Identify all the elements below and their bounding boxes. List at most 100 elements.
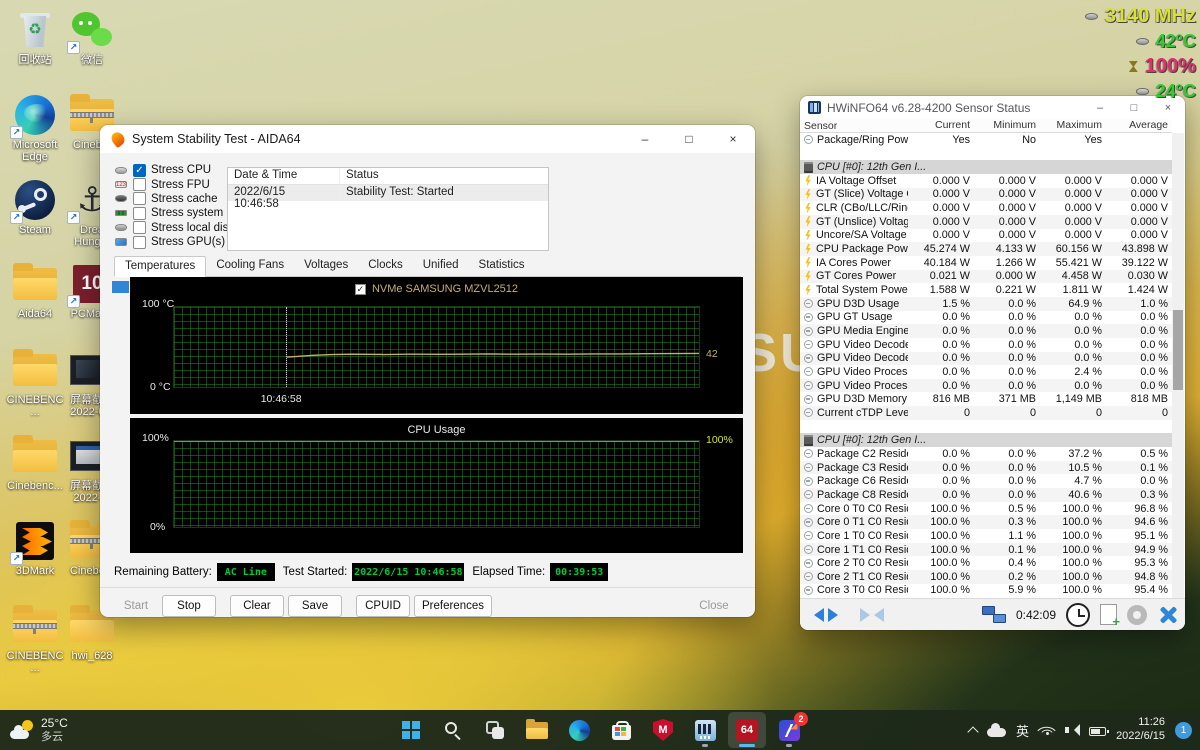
sensor-row[interactable]: IA Voltage Offset0.000 V0.000 V0.000 V0.…: [800, 174, 1172, 188]
tab-clocks[interactable]: Clocks: [358, 256, 413, 276]
sensor-row[interactable]: CPU Package Power45.274 W4.133 W60.156 W…: [800, 242, 1172, 256]
desktop-icon-recycle[interactable]: ♻回收站: [6, 8, 64, 66]
stress-checkbox[interactable]: [133, 192, 146, 205]
save-button[interactable]: Save: [288, 595, 342, 617]
scrollbar[interactable]: [1172, 133, 1184, 598]
column-header[interactable]: Average: [1106, 119, 1172, 132]
sensor-row[interactable]: Core 0 T0 C0 Residen...100.0 %0.5 %100.0…: [800, 502, 1172, 516]
tab-unified[interactable]: Unified: [413, 256, 469, 276]
sensor-row[interactable]: IA Cores Power40.184 W1.266 W55.421 W39.…: [800, 256, 1172, 270]
stress-checkbox[interactable]: [133, 178, 146, 191]
stress-checkbox[interactable]: [133, 236, 146, 249]
onedrive-icon[interactable]: [987, 728, 1006, 737]
desktop-icon-folder[interactable]: CINEBENC...: [6, 348, 64, 419]
sensor-group-header[interactable]: CPU [#0]: 12th Gen I...: [800, 433, 1172, 447]
sensor-row[interactable]: Package C8 Residency0.0 %0.0 %40.6 %0.3 …: [800, 488, 1172, 502]
settings-gear-icon[interactable]: [1127, 605, 1147, 625]
sensor-row[interactable]: GPU D3D Usage1.5 %0.0 %64.9 %1.0 %: [800, 297, 1172, 311]
desktop-icon-3dmark[interactable]: ↗3DMark: [6, 519, 64, 577]
sensor-row[interactable]: GPU D3D Memory Dy...816 MB371 MB1,149 MB…: [800, 392, 1172, 406]
sensor-row[interactable]: GPU Video Decode 0 ...0.0 %0.0 %0.0 %0.0…: [800, 338, 1172, 352]
report-icon[interactable]: [1100, 604, 1117, 625]
taskbar-mcafee-button[interactable]: M: [644, 712, 682, 748]
stress-checkbox[interactable]: [133, 207, 146, 220]
sensor-row[interactable]: Package/Ring Power ...YesNoYes: [800, 133, 1172, 147]
desktop-icon-steam[interactable]: ↗Steam: [6, 178, 64, 236]
log-row[interactable]: 2022/6/15 10:46:58 Stability Test: Start…: [228, 185, 548, 201]
column-header[interactable]: Current: [908, 119, 974, 132]
notification-badge[interactable]: 1: [1175, 722, 1192, 739]
tab-cooling-fans[interactable]: Cooling Fans: [206, 256, 294, 276]
sensor-row[interactable]: GPU Video Decode 1 ...0.0 %0.0 %0.0 %0.0…: [800, 352, 1172, 366]
sensor-row[interactable]: Package C6 Residency0.0 %0.0 %4.7 %0.0 %: [800, 474, 1172, 488]
taskbar-search-button[interactable]: [434, 712, 472, 748]
legend-checkbox[interactable]: ✓: [355, 284, 366, 295]
log-column-datetime[interactable]: Date & Time: [228, 168, 340, 184]
taskbar-task-view-button[interactable]: [476, 712, 514, 748]
sensor-row[interactable]: GPU Media Engine Us...0.0 %0.0 %0.0 %0.0…: [800, 324, 1172, 338]
clock-icon[interactable]: [1066, 603, 1090, 627]
stress-checkbox[interactable]: ✓: [133, 164, 146, 177]
tab-statistics[interactable]: Statistics: [469, 256, 535, 276]
start-button[interactable]: Start: [114, 595, 158, 617]
desktop-icon-wechat[interactable]: ↗微信: [63, 8, 121, 66]
sensor-row[interactable]: Current cTDP Level0000: [800, 406, 1172, 420]
sensor-row[interactable]: Core 2 T0 C0 Residen...100.0 %0.4 %100.0…: [800, 556, 1172, 570]
sensor-row[interactable]: Package C2 Residency0.0 %0.0 %37.2 %0.5 …: [800, 447, 1172, 461]
remote-monitoring-icon[interactable]: [982, 605, 1006, 625]
sensor-row[interactable]: Package C3 Residency0.0 %0.0 %10.5 %0.1 …: [800, 461, 1172, 475]
sensor-row[interactable]: CLR (CBo/LLC/Ring) ...0.000 V0.000 V0.00…: [800, 201, 1172, 215]
sensor-row[interactable]: GT Cores Power0.021 W0.000 W4.458 W0.030…: [800, 270, 1172, 284]
log-column-status[interactable]: Status: [340, 168, 385, 184]
sensor-row[interactable]: Core 1 T0 C0 Residen...100.0 %1.1 %100.0…: [800, 529, 1172, 543]
ime-indicator[interactable]: 英: [1016, 721, 1029, 740]
cpuid-button[interactable]: CPUID: [356, 595, 410, 617]
taskbar-edge-button[interactable]: [560, 712, 598, 748]
tab-voltages[interactable]: Voltages: [294, 256, 358, 276]
sensor-row[interactable]: GPU Video Processin...0.0 %0.0 %2.4 %0.0…: [800, 365, 1172, 379]
column-header[interactable]: Sensor: [800, 119, 908, 132]
stop-button[interactable]: Stop: [162, 595, 216, 617]
taskbar-microsoft-store-button[interactable]: [602, 712, 640, 748]
sensor-row[interactable]: GPU GT Usage0.0 %0.0 %0.0 %0.0 %: [800, 311, 1172, 325]
sensor-row[interactable]: Uncore/SA Voltage O...0.000 V0.000 V0.00…: [800, 229, 1172, 243]
taskbar-hwinfo-button[interactable]: [686, 712, 724, 748]
desktop-icon-folder[interactable]: Cinebenc...: [6, 434, 64, 492]
sensor-group-header[interactable]: CPU [#0]: 12th Gen I...: [800, 160, 1172, 174]
aida64-titlebar[interactable]: System Stability Test - AIDA64 – □ ×: [100, 125, 755, 153]
taskbar-monitor-app-button[interactable]: 2: [770, 712, 808, 748]
taskbar-start-button[interactable]: [392, 712, 430, 748]
battery-icon[interactable]: [1089, 727, 1106, 736]
column-header[interactable]: Minimum: [974, 119, 1040, 132]
preferences-button[interactable]: Preferences: [414, 595, 492, 617]
taskbar-aida64-button[interactable]: 64: [728, 712, 766, 748]
minimize-button[interactable]: –: [623, 125, 667, 153]
navigate-arrows-button[interactable]: [808, 606, 844, 624]
sensor-row[interactable]: Total System Power1.588 W0.221 W1.811 W1…: [800, 283, 1172, 297]
sensor-row[interactable]: GT (Slice) Voltage Of...0.000 V0.000 V0.…: [800, 188, 1172, 202]
desktop-icon-edge[interactable]: ↗Microsoft Edge: [6, 93, 64, 164]
tab-temperatures[interactable]: Temperatures: [114, 256, 206, 277]
sensor-row[interactable]: Core 1 T1 C0 Residen...100.0 %0.1 %100.0…: [800, 543, 1172, 557]
sensor-row[interactable]: Core 0 T1 C0 Residen...100.0 %0.3 %100.0…: [800, 515, 1172, 529]
sensor-row[interactable]: GPU Video Processin...0.0 %0.0 %0.0 %0.0…: [800, 379, 1172, 393]
clock-datetime[interactable]: 11:26 2022/6/15: [1116, 716, 1165, 744]
tray-chevron-icon[interactable]: [967, 726, 978, 737]
collapse-arrows-button[interactable]: [854, 606, 890, 624]
sensor-row[interactable]: GT (Unslice) Voltage ...0.000 V0.000 V0.…: [800, 215, 1172, 229]
close-button[interactable]: ×: [711, 125, 755, 153]
maximize-button[interactable]: □: [667, 125, 711, 153]
close-sensors-icon[interactable]: [1157, 605, 1177, 625]
clear-button[interactable]: Clear: [230, 595, 284, 617]
desktop-icon-folder[interactable]: Aida64: [6, 262, 64, 320]
close-button[interactable]: Close: [687, 595, 741, 617]
column-header[interactable]: Maximum: [1040, 119, 1106, 132]
speaker-icon[interactable]: [1065, 724, 1079, 736]
sensor-row[interactable]: Core 3 T0 C0 Residen...100.0 %5.9 %100.0…: [800, 584, 1172, 598]
desktop-icon-zipfolder[interactable]: CINEBENC...: [6, 604, 64, 675]
taskbar-file-explorer-button[interactable]: [518, 712, 556, 748]
weather-widget[interactable]: 25°C 多云: [10, 717, 68, 743]
wifi-icon[interactable]: [1039, 724, 1055, 736]
stress-checkbox[interactable]: [133, 221, 146, 234]
sensor-row[interactable]: Core 2 T1 C0 Residen...100.0 %0.2 %100.0…: [800, 570, 1172, 584]
